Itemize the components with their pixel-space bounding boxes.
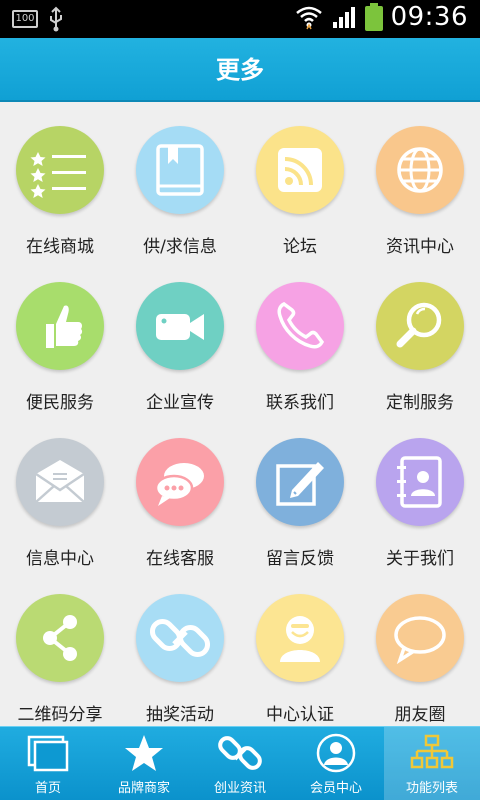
rss-icon [278, 148, 322, 192]
video-camera-icon [156, 314, 204, 340]
menu-item-circle [16, 594, 104, 682]
share-icon [43, 615, 77, 661]
menu-item-label: 在线商城 [26, 237, 94, 257]
chat-bubbles-icon [154, 463, 204, 506]
header-bar: 更多 [0, 38, 480, 102]
menu-item-label: 资讯中心 [386, 237, 454, 257]
menu-item-circle [376, 126, 464, 214]
menu-item-circle [256, 126, 344, 214]
menu-item-online-mall[interactable]: 在线商城 [0, 104, 120, 260]
menu-item-feedback[interactable]: 留言反馈 [240, 416, 360, 572]
menu-item-label: 论坛 [283, 237, 317, 257]
menu-item-label: 联系我们 [266, 393, 334, 413]
menu-item-convenience-services[interactable]: 便民服务 [0, 260, 120, 416]
menu-item-message-center[interactable]: 信息中心 [0, 416, 120, 572]
menu-item-label: 中心认证 [266, 705, 334, 725]
menu-item-label: 定制服务 [386, 393, 454, 413]
user-badge-icon [280, 616, 320, 662]
wifi-icon [295, 6, 322, 30]
phone-icon [277, 301, 325, 349]
chain-link-icon [150, 618, 210, 658]
menu-item-qr-share[interactable]: 二维码分享 [0, 572, 120, 728]
menu-item-circle [136, 282, 224, 370]
menu-item-lottery[interactable]: 抽奖活动 [120, 572, 240, 728]
contact-book-icon [397, 456, 442, 508]
magnifier-icon [396, 302, 442, 348]
menu-item-label: 朋友圈 [394, 705, 446, 725]
menu-grid: 在线商城 供/求信息 论坛 资讯中心 便民服务 企业宣传 联系我们 定制服务 信… [0, 104, 480, 726]
menu-item-circle [16, 126, 104, 214]
tab-label: 首页 [34, 781, 61, 796]
status-bar: 100 09:36 [0, 0, 480, 38]
tab-feature-list[interactable]: 功能列表 [384, 727, 480, 800]
star-icon [125, 735, 163, 771]
menu-item-label: 抽奖活动 [146, 705, 214, 725]
menu-item-company-promo[interactable]: 企业宣传 [120, 260, 240, 416]
menu-item-circle [136, 594, 224, 682]
battery-icon [364, 3, 383, 31]
page-title: 更多 [216, 56, 264, 84]
menu-item-circle [256, 282, 344, 370]
tab-label: 品牌商家 [117, 781, 170, 796]
windows-icon [27, 735, 69, 772]
usb-icon [50, 6, 62, 32]
tab-member-center[interactable]: 会员中心 [288, 727, 384, 800]
tab-label: 创业资讯 [213, 781, 266, 796]
menu-item-circle [376, 594, 464, 682]
menu-item-label: 二维码分享 [17, 705, 103, 725]
edit-note-icon [276, 462, 324, 506]
envelope-icon [35, 460, 85, 503]
user-icon [316, 733, 356, 773]
clock: 09:36 [390, 2, 468, 32]
signal-icon [332, 7, 355, 28]
tab-home[interactable]: 首页 [0, 727, 96, 800]
menu-item-about-us[interactable]: 关于我们 [360, 416, 480, 572]
menu-item-circle [376, 282, 464, 370]
menu-item-circle [16, 438, 104, 526]
menu-item-certification[interactable]: 中心认证 [240, 572, 360, 728]
globe-icon [397, 147, 443, 193]
book-icon [156, 144, 204, 196]
status-right: 09:36 [295, 2, 468, 32]
menu-item-label: 留言反馈 [266, 549, 334, 569]
link-icon [218, 736, 262, 770]
tab-label: 会员中心 [309, 781, 362, 796]
menu-item-label: 企业宣传 [146, 393, 214, 413]
menu-item-supply-demand[interactable]: 供/求信息 [120, 104, 240, 260]
menu-item-circle [16, 282, 104, 370]
tab-brands[interactable]: 品牌商家 [96, 727, 192, 800]
menu-item-circle [256, 594, 344, 682]
bottom-tab-bar: 首页 品牌商家 创业资讯 会员中心 功能列表 [0, 726, 480, 800]
tab-startup-news[interactable]: 创业资讯 [192, 727, 288, 800]
menu-item-circle [256, 438, 344, 526]
list-stars-icon [30, 152, 86, 198]
menu-item-forum[interactable]: 论坛 [240, 104, 360, 260]
menu-item-custom-services[interactable]: 定制服务 [360, 260, 480, 416]
tab-label: 功能列表 [405, 781, 458, 796]
menu-item-moments[interactable]: 朋友圈 [360, 572, 480, 728]
battery-percent-icon: 100 [12, 10, 38, 28]
status-left: 100 [12, 6, 64, 32]
menu-item-circle [376, 438, 464, 526]
menu-item-label: 供/求信息 [143, 237, 217, 257]
menu-item-label: 在线客服 [146, 549, 214, 569]
menu-item-label: 信息中心 [26, 549, 94, 569]
menu-item-circle [136, 438, 224, 526]
menu-item-label: 便民服务 [26, 393, 94, 413]
menu-item-online-support[interactable]: 在线客服 [120, 416, 240, 572]
hierarchy-icon [410, 734, 454, 769]
menu-item-circle [136, 126, 224, 214]
menu-item-label: 关于我们 [386, 549, 454, 569]
speech-bubble-icon [394, 616, 446, 665]
menu-item-contact-us[interactable]: 联系我们 [240, 260, 360, 416]
menu-item-news-center[interactable]: 资讯中心 [360, 104, 480, 260]
thumbs-up-icon [46, 305, 83, 348]
